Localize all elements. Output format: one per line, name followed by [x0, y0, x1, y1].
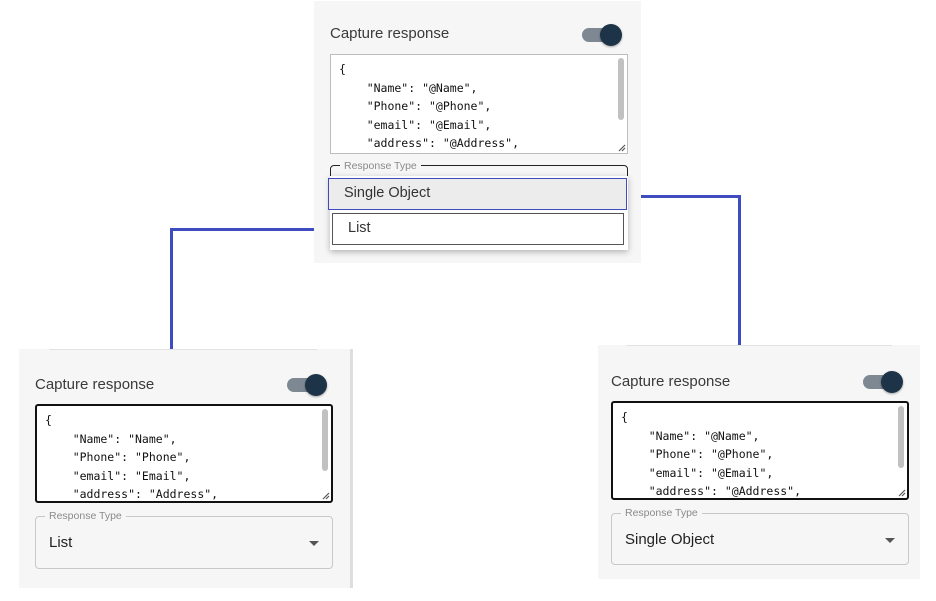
- field-label: Response Type: [621, 507, 702, 519]
- code-line: "email": "Email",: [45, 468, 191, 483]
- response-type-menu: Single Object List: [328, 176, 628, 250]
- option-label: Single Object: [344, 185, 431, 201]
- toggle-knob: [600, 24, 622, 46]
- panel-title: Capture response: [611, 373, 731, 390]
- code-line: "address": "Address",: [45, 487, 219, 501]
- field-value: Single Object: [625, 531, 715, 548]
- capture-response-toggle[interactable]: [863, 371, 903, 393]
- code-line: "Phone": "@Phone",: [339, 99, 492, 113]
- option-label: List: [348, 220, 371, 236]
- capture-response-toggle[interactable]: [582, 24, 622, 46]
- triangle-down-icon[interactable]: [885, 538, 895, 543]
- option-list[interactable]: List: [332, 213, 624, 245]
- response-body-editor[interactable]: { "Name": "Name", "Phone": "Phone", "ema…: [35, 404, 333, 503]
- connector-list-vertical: [170, 228, 173, 349]
- code-line: "Phone": "@Phone",: [621, 447, 774, 461]
- panel-top-edge: [49, 349, 317, 350]
- connector-list-horizontal: [171, 228, 331, 231]
- resize-grip-icon[interactable]: [618, 144, 626, 152]
- code-text: { "Name": "@Name", "Phone": "@Phone", "e…: [339, 60, 519, 153]
- field-label: Response Type: [45, 510, 126, 522]
- connector-single-horizontal: [626, 195, 741, 198]
- resize-grip-icon[interactable]: [898, 489, 906, 497]
- code-text: { "Name": "Name", "Phone": "Phone", "ema…: [45, 411, 219, 501]
- code-line: {: [621, 410, 628, 424]
- code-line: "email": "@Email",: [621, 465, 774, 480]
- code-line: "Name": "Name",: [45, 431, 177, 446]
- code-line: "address": "@Address",: [339, 136, 520, 150]
- left-capture-panel: Capture response { "Name": "Name", "Phon…: [19, 349, 353, 588]
- response-body-editor[interactable]: { "Name": "@Name", "Phone": "@Phone", "e…: [611, 401, 909, 500]
- code-line: {: [45, 413, 52, 427]
- option-single-object[interactable]: Single Object: [328, 178, 627, 210]
- toggle-knob: [305, 374, 327, 396]
- field-value: List: [49, 534, 73, 551]
- editor-scrollbar[interactable]: [322, 409, 328, 471]
- response-type-select[interactable]: Response Type List: [35, 510, 333, 569]
- code-line: "Name": "@Name",: [339, 80, 478, 95]
- toggle-knob: [881, 371, 903, 393]
- editor-scrollbar[interactable]: [618, 58, 624, 120]
- code-line: {: [339, 62, 346, 76]
- capture-response-toggle[interactable]: [287, 374, 327, 396]
- panel-title: Capture response: [35, 376, 155, 393]
- panel-top-edge: [626, 345, 892, 346]
- code-line: "Phone": "Phone",: [45, 450, 191, 464]
- code-line: "Name": "@Name",: [621, 428, 760, 443]
- resize-grip-icon[interactable]: [322, 492, 330, 500]
- right-capture-panel: Capture response { "Name": "@Name", "Pho…: [598, 345, 920, 579]
- triangle-down-icon[interactable]: [309, 541, 319, 546]
- connector-single-vertical: [738, 195, 741, 349]
- field-label: Response Type: [340, 160, 421, 172]
- editor-scrollbar[interactable]: [898, 406, 904, 468]
- response-type-select[interactable]: Response Type Single Object: [611, 507, 909, 565]
- code-line: "address": "@Address",: [621, 484, 802, 498]
- response-body-editor[interactable]: { "Name": "@Name", "Phone": "@Phone", "e…: [330, 54, 628, 154]
- panel-title: Capture response: [330, 25, 450, 42]
- code-line: "email": "@Email",: [339, 117, 492, 132]
- code-text: { "Name": "@Name", "Phone": "@Phone", "e…: [621, 408, 802, 498]
